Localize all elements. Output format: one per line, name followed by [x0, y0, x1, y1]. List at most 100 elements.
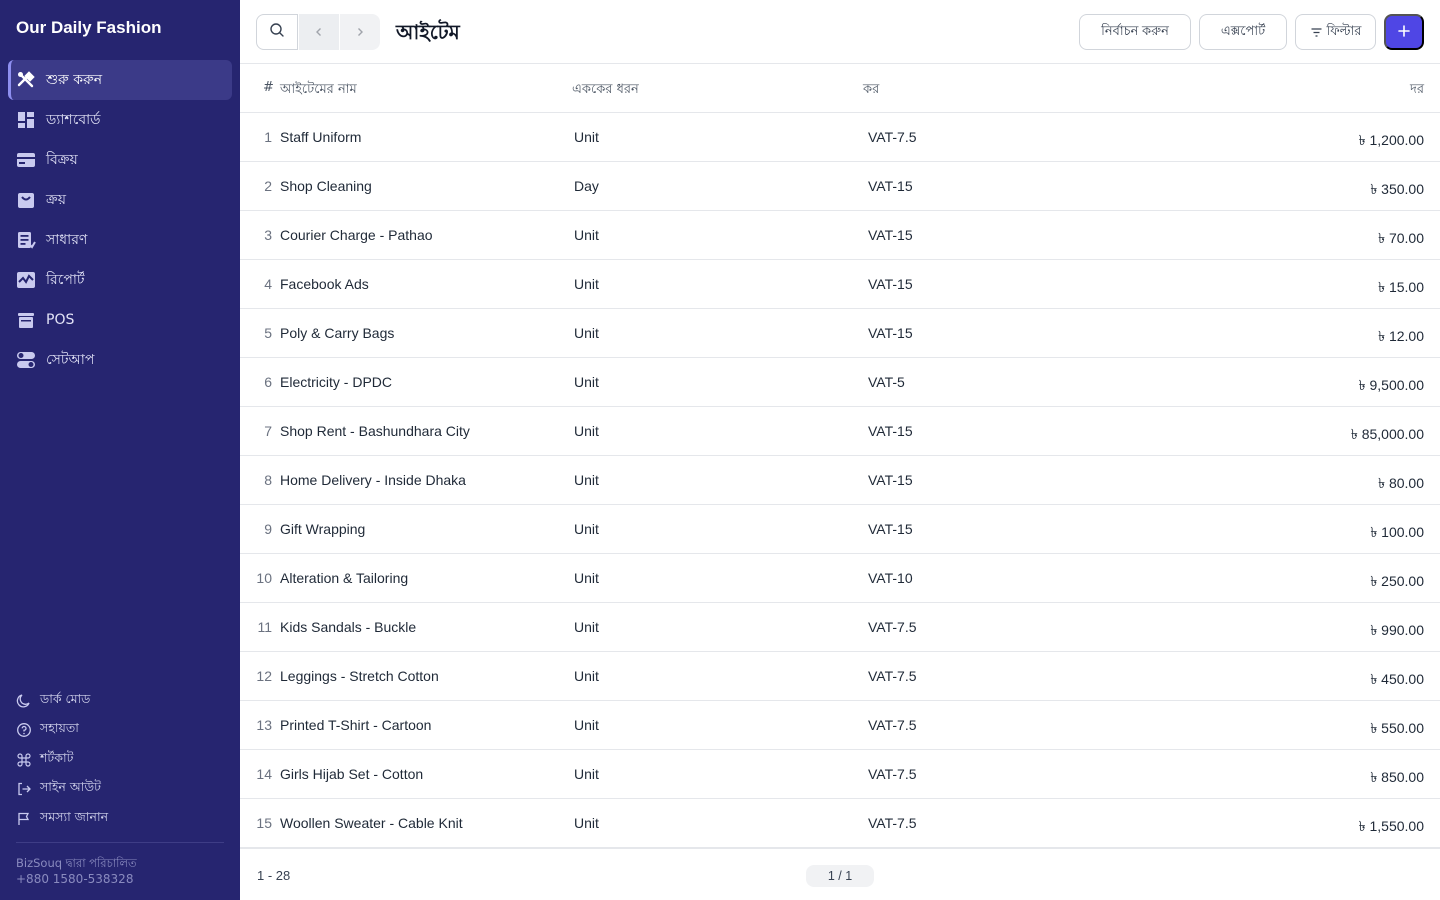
unit-type: Unit: [574, 374, 599, 390]
tax: VAT-7.5: [868, 619, 917, 635]
row-number: 8: [264, 472, 272, 488]
ledger-icon: [16, 230, 36, 250]
help-link[interactable]: সহায়তা: [16, 716, 224, 746]
sidebar-item-sales[interactable]: বিক্রয়: [8, 140, 232, 180]
unit-type: Unit: [574, 325, 599, 341]
sidebar-item-general[interactable]: সাধারণ: [8, 220, 232, 260]
sidebar-item-label: ক্রয়: [46, 192, 66, 208]
sign-out-link[interactable]: সাইন আউট: [16, 775, 224, 805]
table-row[interactable]: 8 Home Delivery - Inside Dhaka Unit VAT-15 ৳…: [240, 456, 1440, 505]
table-header: # আইটেমের নাম এককের ধরন কর দর: [240, 64, 1440, 113]
sidebar-item-get-started[interactable]: শুরু করুন: [8, 60, 232, 100]
export-button[interactable]: এক্সপোর্ট: [1199, 14, 1287, 50]
table-row[interactable]: 10 Alteration & Tailoring Unit VAT-10 ৳ 250.…: [240, 554, 1440, 603]
table-row[interactable]: 7 Shop Rent - Bashundhara City Unit VAT-15 ৳…: [240, 407, 1440, 456]
shopping-bag-icon: [16, 190, 36, 210]
unit-type: Unit: [574, 619, 599, 635]
toggle-icon: [16, 350, 36, 370]
sidebar-item-label: সেটআপ: [46, 352, 95, 368]
table-row[interactable]: 4 Facebook Ads Unit VAT-15 ৳ 15.00: [240, 260, 1440, 309]
chevron-left-icon: [313, 23, 325, 42]
items-table: # আইটেমের নাম এককের ধরন কর দর 1 Staff Uni…: [240, 64, 1440, 848]
back-button[interactable]: [299, 14, 339, 50]
credit-card-icon: [16, 150, 36, 170]
page-indicator[interactable]: 1 / 1: [806, 865, 874, 887]
table-row[interactable]: 11 Kids Sandals - Buckle Unit VAT-7.5 ৳ 990.…: [240, 603, 1440, 652]
unit-type: Unit: [574, 717, 599, 733]
table-row[interactable]: 14 Girls Hijab Set - Cotton Unit VAT-7.5 ৳ 8…: [240, 750, 1440, 799]
table-row[interactable]: 3 Courier Charge - Pathao Unit VAT-15 ৳ 70.0…: [240, 211, 1440, 260]
row-number: 15: [256, 815, 272, 831]
select-button[interactable]: নির্বাচন করুন: [1079, 14, 1191, 50]
search-button[interactable]: [256, 14, 298, 50]
rate: ৳ 85,000.00: [1350, 426, 1424, 442]
report-issue-link[interactable]: সমস্যা জানান: [16, 804, 224, 834]
unit-type: Day: [574, 178, 599, 194]
rate: ৳ 850.00: [1370, 769, 1424, 785]
tax: VAT-7.5: [868, 129, 917, 145]
rate: ৳ 350.00: [1370, 181, 1424, 197]
unit-type: Unit: [574, 472, 599, 488]
rate: ৳ 70.00: [1378, 230, 1424, 246]
tax: VAT-7.5: [868, 766, 917, 782]
column-header-unit: এককের ধরন: [572, 82, 639, 97]
table-row[interactable]: 5 Poly & Carry Bags Unit VAT-15 ৳ 12.00: [240, 309, 1440, 358]
item-name: Kids Sandals - Buckle: [280, 619, 417, 635]
row-number: 5: [264, 325, 272, 341]
pagination-bar: 1 - 28 1 / 1: [240, 848, 1440, 900]
table-row[interactable]: 9 Gift Wrapping Unit VAT-15 ৳ 100.00: [240, 505, 1440, 554]
rate: ৳ 12.00: [1378, 328, 1424, 344]
forward-button[interactable]: [340, 14, 380, 50]
unit-type: Unit: [574, 129, 599, 145]
tax: VAT-15: [868, 521, 913, 537]
item-name: Woollen Sweater - Cable Knit: [280, 815, 463, 831]
row-number: 6: [264, 374, 272, 390]
item-name: Printed T-Shirt - Cartoon: [280, 717, 432, 733]
sidebar-item-pos[interactable]: POS: [8, 300, 232, 340]
table-row[interactable]: 13 Printed T-Shirt - Cartoon Unit VAT-7.5 ৳ …: [240, 701, 1440, 750]
search-icon: [269, 22, 285, 42]
filter-label: ফিল্টার: [1326, 22, 1362, 38]
row-number: 11: [257, 619, 272, 635]
flag-icon: [16, 811, 32, 827]
row-range: 1 - 28: [257, 868, 291, 883]
table-row[interactable]: 2 Shop Cleaning Day VAT-15 ৳ 350.00: [240, 162, 1440, 211]
item-name: Home Delivery - Inside Dhaka: [280, 472, 466, 488]
tools-icon: [16, 70, 36, 90]
row-number: 2: [264, 178, 272, 194]
table-row[interactable]: 6 Electricity - DPDC Unit VAT-5 ৳ 9,500.00: [240, 358, 1440, 407]
sign-out-label: সাইন আউট: [40, 779, 101, 795]
item-name: Shop Rent - Bashundhara City: [280, 423, 470, 439]
shortcut-label: শর্টকাট: [40, 749, 74, 765]
filter-button[interactable]: ফিল্টার: [1295, 14, 1376, 50]
unit-type: Unit: [574, 668, 599, 684]
page-header: আইটেম নির্বাচন করুন এক্সপোর্ট ফিল্টার: [240, 0, 1440, 64]
chevron-right-icon: [354, 23, 366, 42]
unit-type: Unit: [574, 276, 599, 292]
row-number: 4: [264, 276, 272, 292]
tax: VAT-15: [868, 276, 913, 292]
rate: ৳ 9,500.00: [1358, 377, 1424, 393]
table-row[interactable]: 1 Staff Uniform Unit VAT-7.5 ৳ 1,200.00: [240, 113, 1440, 162]
rate: ৳ 80.00: [1378, 475, 1424, 491]
shortcut-link[interactable]: শর্টকাট: [16, 745, 224, 775]
table-row[interactable]: 12 Leggings - Stretch Cotton Unit VAT-7.5 ৳ …: [240, 652, 1440, 701]
sidebar-item-purchase[interactable]: ক্রয়: [8, 180, 232, 220]
add-item-button[interactable]: [1384, 14, 1424, 50]
rate: ৳ 1,200.00: [1358, 132, 1424, 148]
table-row[interactable]: 15 Woollen Sweater - Cable Knit Unit VAT-7.…: [240, 799, 1440, 848]
sidebar-item-label: ড্যাশবোর্ড: [46, 112, 101, 128]
tax: VAT-7.5: [868, 717, 917, 733]
column-header-tax: কর: [863, 82, 880, 97]
tax: VAT-7.5: [868, 815, 917, 831]
dark-mode-link[interactable]: ডার্ক মোড: [16, 686, 224, 716]
sidebar-item-report[interactable]: রিপোর্ট: [8, 260, 232, 300]
dashboard-icon: [16, 110, 36, 130]
page-title: আইটেম: [396, 20, 460, 44]
sidebar-item-setup[interactable]: সেটআপ: [8, 340, 232, 380]
sidebar-item-dashboard[interactable]: ড্যাশবোর্ড: [8, 100, 232, 140]
command-icon: [16, 752, 32, 768]
item-name: Alteration & Tailoring: [280, 570, 409, 586]
unit-type: Unit: [574, 521, 599, 537]
row-number: 9: [264, 521, 272, 537]
